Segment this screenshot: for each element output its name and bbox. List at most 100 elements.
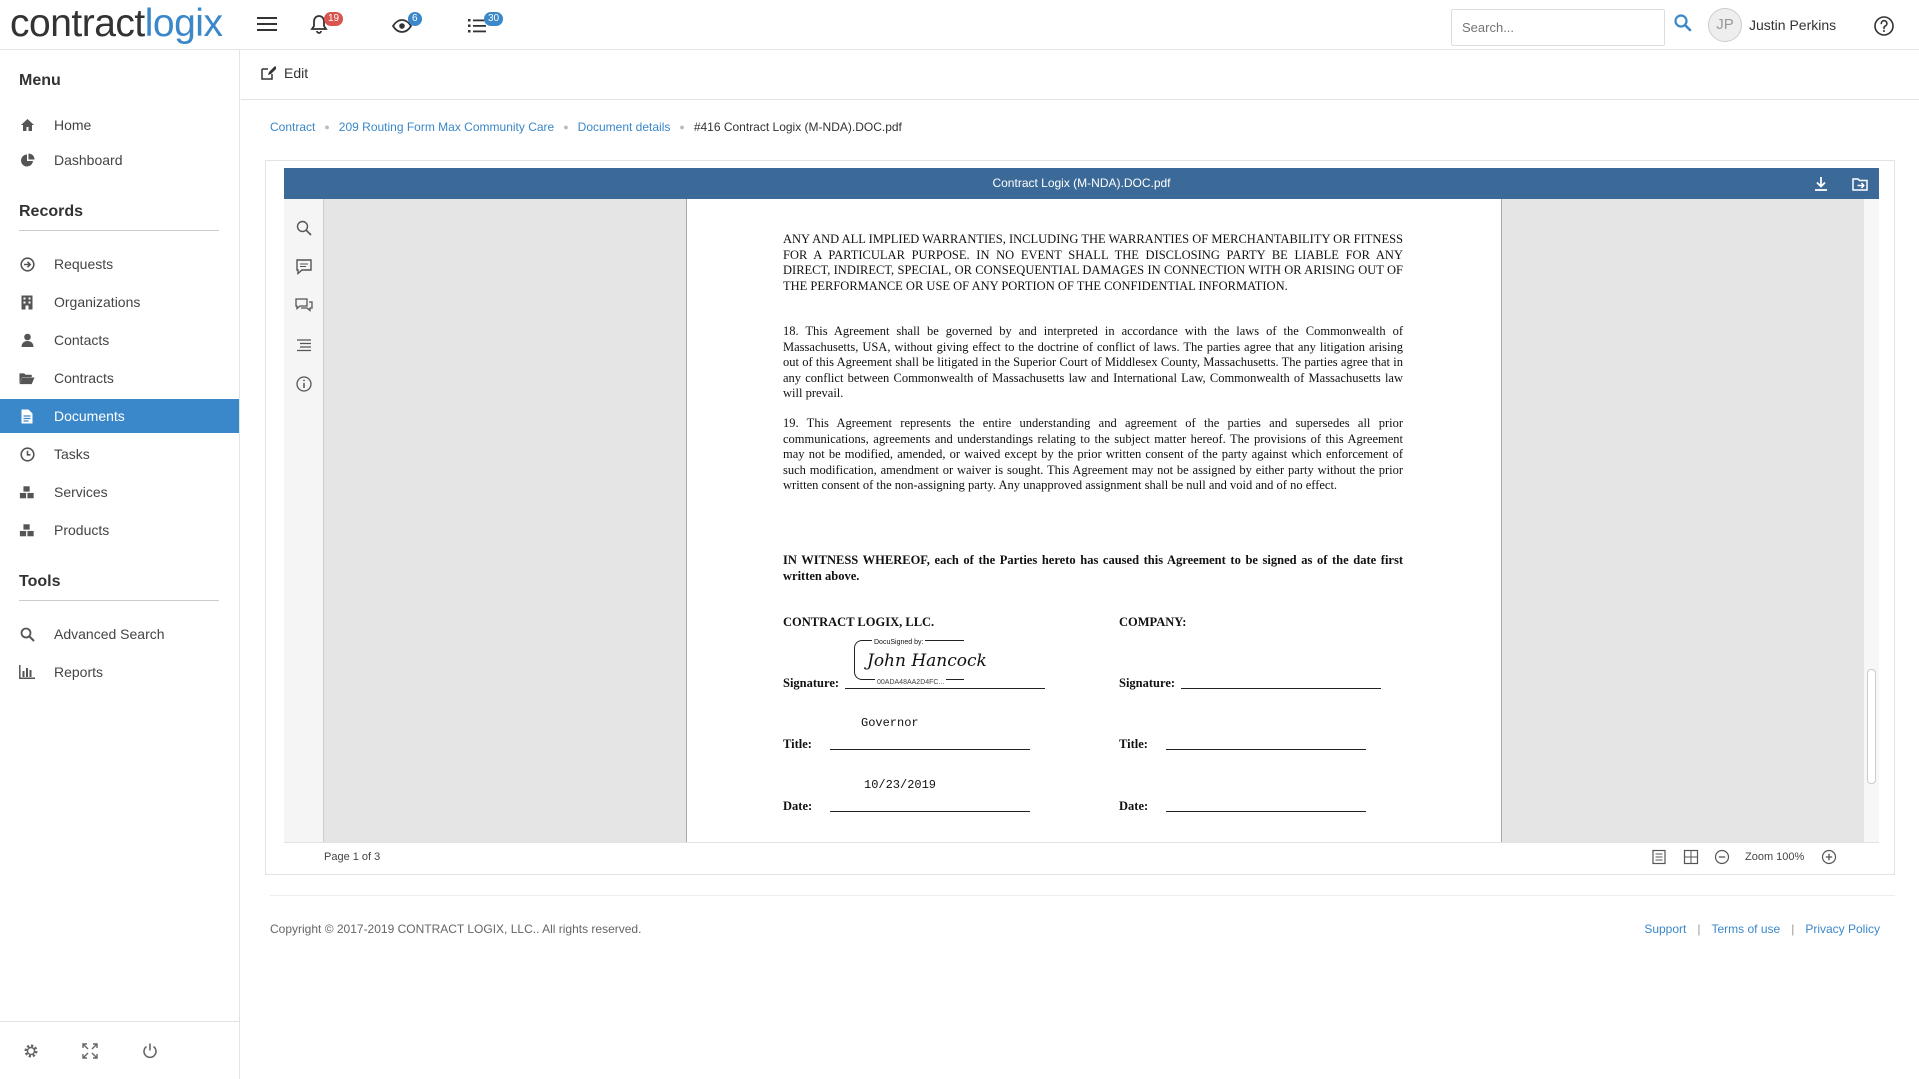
- notifications-badge: 19: [324, 12, 344, 26]
- arrow-circle-icon: [19, 256, 35, 272]
- sidebar-item-reports[interactable]: Reports: [0, 655, 239, 689]
- zoom-level: Zoom 100%: [1745, 851, 1805, 863]
- warranty-paragraph: ANY AND ALL IMPLIED WARRANTIES, INCLUDIN…: [783, 232, 1403, 293]
- title-line-right: [1166, 749, 1366, 750]
- title-line-left: [830, 749, 1030, 750]
- download-icon[interactable]: [1812, 175, 1830, 193]
- signature-line-right: [1181, 688, 1381, 689]
- avatar[interactable]: JP: [1708, 8, 1742, 42]
- breadcrumb-separator: ●: [324, 122, 330, 132]
- sidebar-item-tasks[interactable]: Tasks: [0, 437, 239, 471]
- info-icon[interactable]: [295, 375, 313, 393]
- party-left-name: CONTRACT LOGIX, LLC.: [783, 615, 935, 629]
- date-line-right: [1166, 811, 1366, 812]
- sidebar-item-products[interactable]: Products: [0, 513, 239, 547]
- sidebar-item-label: Products: [54, 522, 110, 538]
- user-name[interactable]: Justin Perkins: [1749, 17, 1836, 33]
- party-right-name: COMPANY:: [1119, 615, 1187, 629]
- sidebar: Menu Home Dashboard Records Requests Org…: [0, 50, 240, 1079]
- edit-label: Edit: [284, 65, 309, 81]
- sidebar-item-label: Home: [54, 117, 92, 133]
- logo-text-part1: contract: [10, 2, 145, 45]
- sidebar-item-services[interactable]: Services: [0, 475, 239, 509]
- breadcrumb-separator: ●: [679, 122, 685, 132]
- gear-icon[interactable]: [22, 1042, 40, 1060]
- watch-badge: 6: [408, 12, 422, 26]
- title-label-right: Title:: [1119, 737, 1148, 751]
- sidebar-item-label: Advanced Search: [54, 626, 165, 642]
- title-label-left: Title:: [783, 737, 812, 751]
- sidebar-item-label: Tasks: [54, 446, 90, 462]
- sidebar-item-requests[interactable]: Requests: [0, 247, 239, 281]
- contractlogix-logo[interactable]: contractlogix: [10, 2, 223, 46]
- open-in-new-icon[interactable]: [1851, 175, 1869, 193]
- expand-icon[interactable]: [81, 1042, 99, 1060]
- task-list-button[interactable]: 30: [468, 12, 510, 37]
- user-icon: [19, 332, 35, 348]
- multi-page-icon[interactable]: [1683, 849, 1699, 865]
- title-value: Governor: [861, 716, 919, 730]
- sidebar-item-label: Organizations: [54, 294, 141, 310]
- search-icon[interactable]: [1673, 13, 1693, 33]
- witness-paragraph: IN WITNESS WHEREOF, each of the Parties …: [783, 553, 1403, 583]
- tools-heading: Tools: [19, 573, 61, 590]
- sidebar-item-dashboard[interactable]: Dashboard: [0, 143, 239, 177]
- clock-icon: [19, 446, 35, 462]
- breadcrumb-contract[interactable]: Contract: [270, 120, 315, 134]
- support-link[interactable]: Support: [1644, 922, 1686, 936]
- sidebar-item-advanced-search[interactable]: Advanced Search: [0, 617, 239, 651]
- help-icon[interactable]: [1873, 15, 1895, 37]
- sidebar-item-home[interactable]: Home: [0, 108, 239, 142]
- date-label-left: Date:: [783, 799, 813, 813]
- sidebar-item-label: Reports: [54, 664, 104, 680]
- sidebar-item-organizations[interactable]: Organizations: [0, 285, 239, 319]
- document-page[interactable]: ANY AND ALL IMPLIED WARRANTIES, INCLUDIN…: [686, 199, 1502, 842]
- breadcrumb-separator: ●: [563, 122, 569, 132]
- edit-icon: [261, 66, 276, 80]
- viewer-scrollbar-thumb[interactable]: [1867, 669, 1876, 784]
- signature-label-left: Signature:: [783, 676, 840, 690]
- zoom-out-icon[interactable]: [1714, 849, 1730, 865]
- clause-18-paragraph: 18. This Agreement shall be governed by …: [783, 324, 1403, 400]
- power-icon[interactable]: [141, 1042, 159, 1060]
- breadcrumb-routing-form[interactable]: 209 Routing Form Max Community Care: [339, 120, 554, 134]
- comment-icon[interactable]: [295, 258, 313, 276]
- edit-button[interactable]: Edit: [261, 65, 308, 81]
- viewer-footer: Page 1 of 3 Zoom 100%: [284, 842, 1879, 871]
- breadcrumb-document-details[interactable]: Document details: [578, 120, 671, 134]
- task-list-badge: 30: [484, 12, 504, 26]
- sidebar-item-documents[interactable]: Documents: [0, 399, 239, 433]
- footer-divider: [270, 895, 1895, 896]
- file-text-icon: [19, 408, 35, 424]
- sidebar-item-label: Documents: [54, 408, 125, 424]
- footer-links: Support | Terms of use | Privacy Policy: [1644, 922, 1880, 936]
- pie-chart-icon: [19, 152, 35, 168]
- breadcrumb-current: #416 Contract Logix (M-NDA).DOC.pdf: [693, 120, 902, 134]
- menu-heading: Menu: [19, 72, 61, 89]
- comments-icon[interactable]: [295, 297, 313, 315]
- privacy-policy-link[interactable]: Privacy Policy: [1805, 922, 1880, 936]
- sidebar-item-contracts[interactable]: Contracts: [0, 361, 239, 395]
- docusign-header: DocuSigned by:: [872, 639, 926, 646]
- viewer-title: Contract Logix (M-NDA).DOC.pdf: [992, 176, 1171, 190]
- notifications-button[interactable]: 19: [310, 12, 350, 37]
- signature-name: John Hancock: [867, 651, 987, 671]
- sidebar-item-label: Contacts: [54, 332, 110, 348]
- global-search-input[interactable]: [1451, 9, 1665, 46]
- tools-divider: [19, 600, 219, 601]
- copyright-text: Copyright © 2017-2019 CONTRACT LOGIX, LL…: [270, 922, 642, 936]
- watch-button[interactable]: 6: [392, 12, 428, 37]
- viewer-scrollbar[interactable]: [1864, 199, 1879, 842]
- hamburger-menu-icon[interactable]: [257, 17, 277, 33]
- search-icon[interactable]: [295, 219, 313, 237]
- terms-of-use-link[interactable]: Terms of use: [1711, 922, 1780, 936]
- single-page-icon[interactable]: [1651, 849, 1667, 865]
- outline-icon[interactable]: [295, 336, 313, 354]
- records-divider: [19, 230, 219, 231]
- building-icon: [19, 294, 35, 310]
- sidebar-item-contacts[interactable]: Contacts: [0, 323, 239, 357]
- sidebar-item-label: Dashboard: [54, 152, 123, 168]
- signature-label-right: Signature:: [1119, 676, 1176, 690]
- zoom-in-icon[interactable]: [1821, 849, 1837, 865]
- bar-chart-icon: [19, 664, 35, 680]
